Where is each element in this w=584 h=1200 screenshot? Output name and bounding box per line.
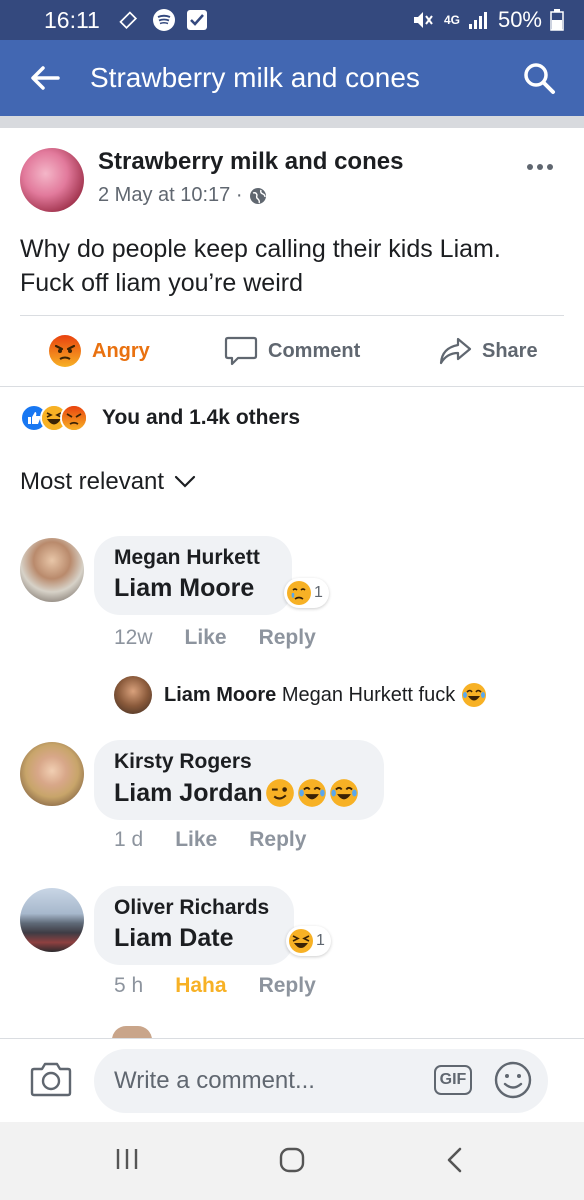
- reactions-count-text: You and 1.4k others: [102, 406, 300, 429]
- sort-label: Most relevant: [20, 468, 165, 495]
- page-avatar[interactable]: [20, 148, 84, 212]
- commenter-avatar[interactable]: [20, 538, 84, 602]
- reaction-icons: [20, 404, 88, 432]
- search-button[interactable]: [494, 40, 584, 116]
- back-nav-button[interactable]: [444, 1146, 464, 1179]
- network-type: 4G: [443, 13, 460, 27]
- gif-button[interactable]: GIF: [434, 1065, 472, 1095]
- comment-reaction-badge[interactable]: 1: [286, 926, 331, 956]
- angry-reaction-icon: [60, 404, 88, 432]
- arrow-left-icon: [31, 66, 60, 90]
- comment-bubble[interactable]: Oliver Richards Liam Date: [94, 886, 294, 965]
- checkbox-icon: [186, 9, 208, 31]
- recent-apps-icon: [116, 1149, 138, 1169]
- separator-strip: [0, 116, 584, 128]
- comment-text: Liam Moore: [114, 574, 255, 602]
- emoji-button[interactable]: [494, 1061, 532, 1104]
- haha-emoji-icon: [289, 929, 313, 953]
- share-icon: [439, 337, 472, 365]
- signal-icon: [468, 10, 490, 30]
- notification-icon: [118, 10, 142, 30]
- recent-apps-button[interactable]: [114, 1146, 140, 1177]
- status-bar: 16:11 4G 50%: [0, 0, 584, 40]
- post-author[interactable]: Strawberry milk and cones: [98, 148, 403, 176]
- camera-button[interactable]: [30, 1061, 72, 1102]
- battery-icon: [550, 9, 564, 31]
- commenter-avatar[interactable]: [20, 742, 84, 806]
- share-button[interactable]: Share: [438, 336, 538, 366]
- commenter-name[interactable]: Oliver Richards: [114, 896, 274, 920]
- home-button[interactable]: [278, 1146, 306, 1179]
- reaction-count: 1: [314, 584, 323, 601]
- like-link[interactable]: Like: [185, 626, 227, 650]
- comment-label: Comment: [268, 339, 361, 362]
- reply-text: Megan Hurkett fuck: [281, 683, 456, 706]
- camera-icon: [30, 1062, 72, 1097]
- page-title: Strawberry milk and cones: [90, 62, 420, 93]
- comment-actions: 1 d Like Reply: [114, 828, 338, 852]
- system-nav-bar: [0, 1122, 584, 1200]
- angry-label: Angry: [92, 339, 150, 362]
- reply-link[interactable]: Reply: [249, 828, 306, 852]
- comment-composer: Write a comment... GIF: [0, 1038, 584, 1122]
- post-body: Why do people keep calling their kids Li…: [20, 232, 560, 300]
- reaction-count: 1: [316, 932, 325, 949]
- comment-button[interactable]: Comment: [224, 335, 360, 367]
- back-button[interactable]: [0, 40, 90, 116]
- commenter-name[interactable]: Megan Hurkett: [114, 546, 272, 570]
- comment-icon: [224, 336, 258, 366]
- angry-reaction-button[interactable]: Angry: [48, 334, 150, 368]
- haha-reaction-link[interactable]: Haha: [175, 974, 226, 998]
- more-options-button[interactable]: [526, 148, 554, 179]
- comment-sort-dropdown[interactable]: Most relevant: [20, 468, 196, 496]
- divider: [0, 386, 584, 387]
- share-label: Share: [482, 339, 538, 362]
- laugh-cry-emoji-icon: [297, 779, 326, 807]
- back-chevron-icon: [447, 1147, 462, 1173]
- commenter-name[interactable]: Kirsty Rogers: [114, 750, 364, 774]
- battery-percent: 50%: [497, 7, 542, 32]
- like-link[interactable]: Like: [175, 828, 217, 852]
- spotify-icon: [152, 8, 176, 32]
- comment-actions: 12w Like Reply: [114, 626, 348, 650]
- search-icon: [524, 63, 555, 94]
- reply-link[interactable]: Reply: [259, 974, 316, 998]
- comment-time: 5 h: [114, 974, 144, 997]
- comment-time: 12w: [114, 626, 153, 649]
- comment-reaction-badge[interactable]: 1: [284, 578, 329, 608]
- comment-text: Liam Jordan: [114, 778, 263, 807]
- chevron-down-icon: [174, 475, 196, 488]
- clock: 16:11: [44, 6, 100, 33]
- comment-actions: 5 h Haha Reply: [114, 974, 348, 998]
- replier-avatar: [114, 676, 152, 714]
- post-timestamp[interactable]: 2 May at 10:17 ·: [98, 184, 243, 207]
- comment-input[interactable]: Write a comment...: [94, 1049, 548, 1113]
- reactions-summary[interactable]: You and 1.4k others: [20, 404, 300, 432]
- post-meta: 2 May at 10:17 ·: [98, 184, 267, 207]
- reply-preview[interactable]: Liam Moore Megan Hurkett fuck: [114, 676, 487, 714]
- comment-time: 1 d: [114, 828, 144, 851]
- post-action-bar: Angry Comment Share: [0, 316, 584, 386]
- reply-link[interactable]: Reply: [259, 626, 316, 650]
- wink-emoji-icon: [265, 779, 294, 807]
- app-bar: Strawberry milk and cones: [0, 40, 584, 116]
- replier-name: Liam Moore: [164, 683, 277, 706]
- home-icon: [279, 1147, 305, 1173]
- comment-text: Liam Date: [114, 924, 234, 952]
- more-dots-icon: [527, 164, 553, 170]
- post-text-line: Fuck off liam you’re weird: [20, 269, 303, 297]
- globe-icon: [249, 187, 266, 204]
- laugh-cry-emoji-icon: [329, 779, 358, 807]
- laugh-cry-emoji-icon: [462, 683, 487, 707]
- comment-text-row: Liam Jordan: [114, 778, 364, 808]
- smiley-icon: [494, 1061, 532, 1099]
- mute-icon: [412, 9, 436, 31]
- post-text-line: Why do people keep calling their kids Li…: [20, 235, 501, 263]
- cry-emoji-icon: [287, 581, 311, 605]
- angry-emoji-icon: [49, 335, 81, 367]
- commenter-avatar[interactable]: [20, 888, 84, 952]
- comment-bubble[interactable]: Kirsty Rogers Liam Jordan: [94, 740, 384, 820]
- comment-bubble[interactable]: Megan Hurkett Liam Moore: [94, 536, 292, 615]
